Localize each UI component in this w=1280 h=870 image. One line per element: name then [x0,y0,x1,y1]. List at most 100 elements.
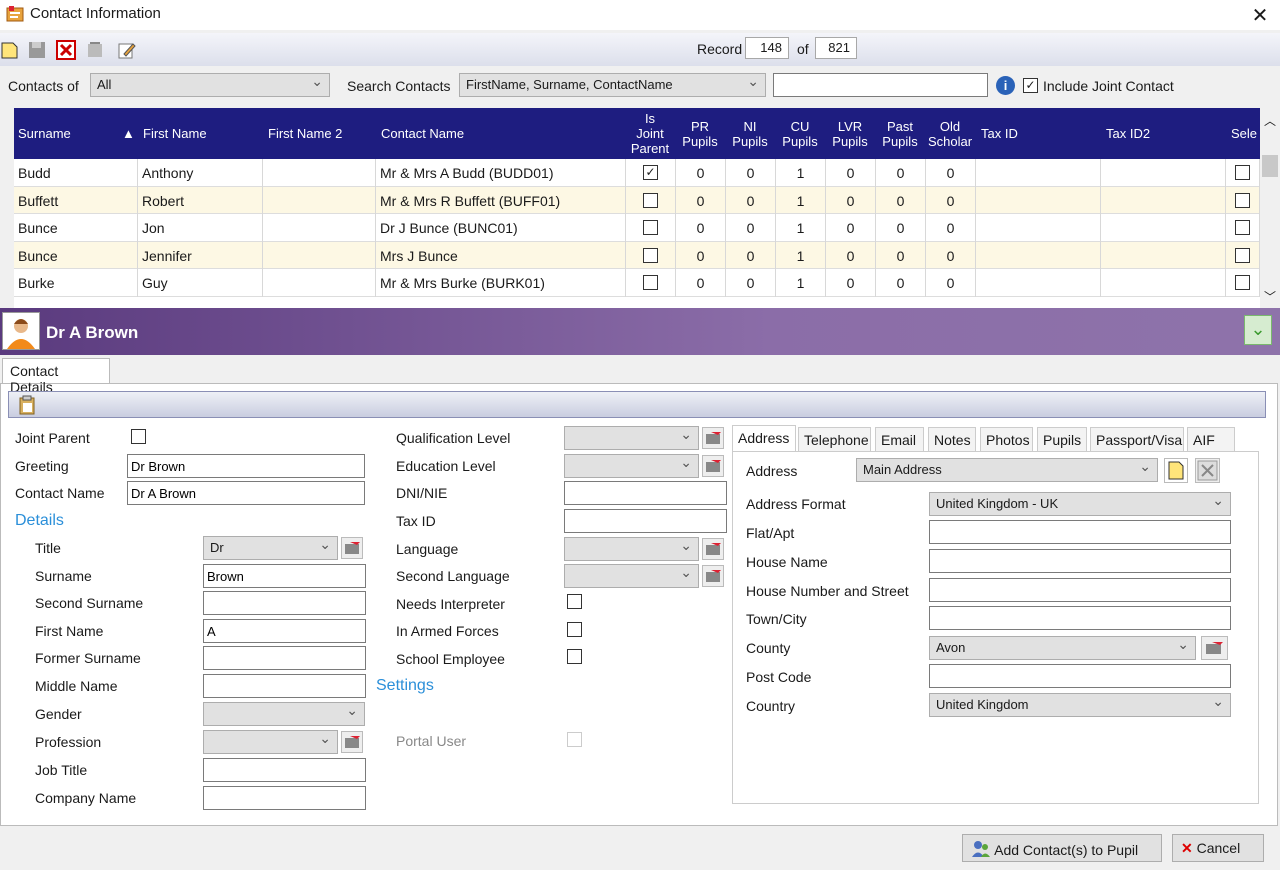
col-select[interactable]: Sele [1231,126,1257,141]
info-icon[interactable]: i [996,76,1015,95]
joint-parent-checkbox[interactable] [131,429,146,444]
tab-email[interactable]: Email [875,427,924,452]
flat-input[interactable] [929,520,1231,544]
house-name-input[interactable] [929,549,1231,573]
qualification-select[interactable] [564,426,699,450]
edit-icon[interactable] [117,40,137,60]
col-is-joint[interactable]: Is Joint Parent [626,111,674,156]
close-icon[interactable]: ✕ [1250,3,1270,27]
title-select[interactable]: Dr [203,536,338,560]
armed-forces-checkbox[interactable] [567,622,582,637]
record-current-input[interactable]: 148 [745,37,789,59]
search-fields-select[interactable]: FirstName, Surname, ContactName [459,73,766,97]
house-number-label: House Number and Street [746,583,909,599]
tax-id-input[interactable] [564,509,727,533]
col-first-name[interactable]: First Name [143,126,207,141]
country-select[interactable]: United Kingdom [929,693,1231,717]
delete-icon[interactable] [56,40,76,60]
language-select[interactable] [564,537,699,561]
education-select[interactable] [564,454,699,478]
cell-cu: 1 [776,186,826,214]
delete-address-icon[interactable] [1195,458,1220,483]
education-lookup-icon[interactable] [702,455,724,477]
postcode-input[interactable] [929,664,1231,688]
joint-parent-checkbox[interactable]: ✓ [643,165,658,180]
col-surname[interactable]: Surname [18,126,71,141]
cell-tax [976,269,1101,297]
col-old-scholar[interactable]: Old Scholar [926,119,974,149]
col-first-name-2[interactable]: First Name 2 [268,126,342,141]
include-joint-checkbox[interactable]: ✓ [1023,78,1038,93]
joint-parent-checkbox[interactable] [643,247,658,263]
second-surname-input[interactable] [203,591,366,615]
col-cu-pupils[interactable]: CU Pupils [776,119,824,149]
surname-input[interactable] [203,564,366,588]
tab-notes[interactable]: Notes [928,427,976,452]
profession-lookup-icon[interactable] [341,731,363,753]
address-format-select[interactable]: United Kingdom - UK [929,492,1231,516]
undo-icon[interactable] [85,40,105,60]
table-row[interactable]: Budd Anthony Mr & Mrs A Budd (BUDD01) ✓ 0 0 1 0… [14,159,1260,187]
joint-parent-checkbox[interactable] [643,220,658,235]
second-language-select[interactable] [564,564,699,588]
address-select[interactable]: Main Address [856,458,1158,482]
row-select-checkbox[interactable] [1235,192,1250,208]
job-title-input[interactable] [203,758,366,782]
title-lookup-icon[interactable] [341,537,363,559]
first-name-input[interactable] [203,619,366,643]
county-lookup-icon[interactable] [1201,636,1228,660]
tab-address[interactable]: Address [732,425,796,452]
gender-select[interactable] [203,702,365,726]
table-row[interactable]: Bunce Jon Dr J Bunce (BUNC01) 0 0 1 0 0 0 [14,214,1260,242]
contact-name-input[interactable] [127,481,365,505]
middle-name-input[interactable] [203,674,366,698]
profession-select[interactable] [203,730,338,754]
row-select-checkbox[interactable] [1235,275,1250,290]
cancel-button[interactable]: ✕ Cancel [1172,834,1264,862]
tab-aif[interactable]: AIF [1187,427,1235,452]
col-past-pupils[interactable]: Past Pupils [876,119,924,149]
col-ni-pupils[interactable]: NI Pupils [726,119,774,149]
former-surname-input[interactable] [203,646,366,670]
collapse-chevron-icon[interactable]: ⌄ [1244,315,1272,345]
search-input[interactable] [773,73,988,97]
table-row[interactable]: Burke Guy Mr & Mrs Burke (BURK01) 0 0 1 0 0 0 [14,269,1260,297]
tab-passport-visa[interactable]: Passport/Visa [1090,427,1184,452]
house-number-input[interactable] [929,578,1231,602]
tab-contact-details[interactable]: Contact Details [2,358,110,395]
language-lookup-icon[interactable] [702,538,724,560]
row-select-checkbox[interactable] [1235,220,1250,235]
needs-interpreter-checkbox[interactable] [567,594,582,609]
table-row[interactable]: Bunce Jennifer Mrs J Bunce 0 0 1 0 0 0 [14,241,1260,269]
second-language-lookup-icon[interactable] [702,565,724,587]
save-icon[interactable] [27,40,47,60]
tab-photos[interactable]: Photos [980,427,1033,452]
tab-pupils[interactable]: Pupils [1037,427,1087,452]
panel-toolbar [8,391,1266,418]
county-select[interactable]: Avon [929,636,1196,660]
town-input[interactable] [929,606,1231,630]
col-tax-id2[interactable]: Tax ID2 [1106,126,1150,141]
add-contact-to-pupil-button[interactable]: Add Contact(s) to Pupil [962,834,1162,862]
greeting-input[interactable] [127,454,365,478]
col-tax-id[interactable]: Tax ID [981,126,1018,141]
row-select-checkbox[interactable] [1235,247,1250,263]
tab-telephone[interactable]: Telephone [798,427,871,452]
col-lvr-pupils[interactable]: LVR Pupils [826,119,874,149]
qualification-lookup-icon[interactable] [702,427,724,449]
grid-scrollbar[interactable]: ︿ ﹀ [1260,108,1280,308]
new-address-icon[interactable] [1164,458,1188,483]
joint-parent-checkbox[interactable] [643,192,658,208]
new-record-icon[interactable] [0,40,20,60]
col-pr-pupils[interactable]: PR Pupils [676,119,724,149]
cell-tax [976,214,1101,242]
row-select-checkbox[interactable] [1235,165,1250,180]
table-row[interactable]: Buffett Robert Mr & Mrs R Buffett (BUFF01)… [14,186,1260,214]
col-contact-name[interactable]: Contact Name [381,126,464,141]
school-employee-checkbox[interactable] [567,649,582,664]
clipboard-icon[interactable] [18,395,36,415]
dni-input[interactable] [564,481,727,505]
joint-parent-checkbox[interactable] [643,275,658,290]
contacts-of-select[interactable]: All [90,73,330,97]
company-name-input[interactable] [203,786,366,810]
